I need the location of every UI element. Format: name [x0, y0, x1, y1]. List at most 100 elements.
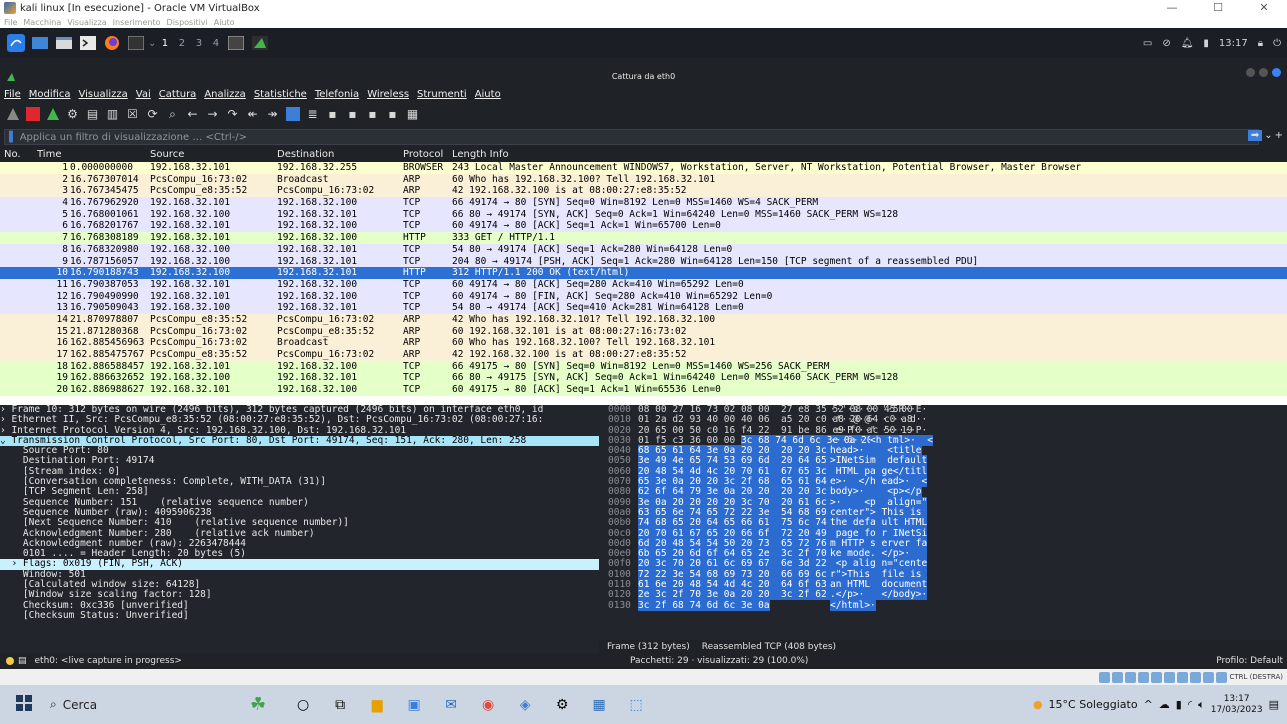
kali-taskbar-icon[interactable]: ⬚	[625, 694, 647, 716]
colorize-icon[interactable]: ≣	[304, 106, 321, 123]
packet-row[interactable]: 7 16.768308189 192.168.32.101 192.168.32.10…	[0, 232, 1287, 244]
cortana-icon[interactable]: ○	[292, 694, 314, 716]
packet-bytes-pane[interactable]: 0000 08 00 27 16 73 02 08 00 27 e8 35 52 …	[599, 405, 1287, 640]
packet-row[interactable]: 6 16.768201767 192.168.32.101 192.168.32.10…	[0, 220, 1287, 233]
resize-columns-icon[interactable]: ▪	[384, 106, 401, 123]
tray-wifi-icon[interactable]: ◜	[1188, 698, 1192, 711]
restart-capture-icon[interactable]	[44, 106, 61, 123]
autoscroll-icon[interactable]	[284, 106, 301, 123]
packet-row[interactable]: 16 162.885456963 PcsCompu_16:73:02 Broadcas…	[0, 337, 1287, 349]
tray-chevron-icon[interactable]: ^	[1144, 698, 1153, 711]
close-file-icon[interactable]: ☒	[124, 106, 141, 123]
vbox-hdd-icon[interactable]	[1099, 671, 1111, 683]
filter-bookmark-icon[interactable]: ▌	[9, 132, 17, 143]
menu-tools[interactable]: Strumenti	[417, 89, 467, 100]
vbox-menu-devices[interactable]: Dispositivi	[167, 18, 208, 27]
vbox-menu-help[interactable]: Aiuto	[214, 18, 235, 27]
app-icon[interactable]: ◈	[514, 694, 536, 716]
menu-wireless[interactable]: Wireless	[367, 89, 409, 100]
vbox-menu-view[interactable]: Visualizza	[67, 18, 106, 27]
filter-apply-icon[interactable]: ➡	[1247, 130, 1263, 141]
expert-info-icon[interactable]: ▤	[18, 656, 27, 666]
notification-bell-icon[interactable]: 🔔︎	[1181, 38, 1194, 49]
firefox-icon[interactable]	[101, 32, 123, 54]
taskbar-clock[interactable]: 13:17 17/03/2023	[1211, 694, 1263, 716]
menu-file[interactable]: File	[4, 89, 21, 100]
display-filter-input[interactable]: ▌ Applica un filtro di visualizzazione ……	[4, 129, 1259, 145]
stop-capture-icon[interactable]	[24, 106, 41, 123]
terminal-dropdown-icon[interactable]	[125, 32, 147, 54]
vbox-display-icon[interactable]	[1177, 671, 1189, 683]
packet-row[interactable]: 4 16.767962920 192.168.32.101 192.168.32.10…	[0, 197, 1287, 209]
add-filter-button-icon[interactable]: +	[1275, 130, 1283, 141]
vbox-menu-machine[interactable]: Macchina	[23, 18, 61, 27]
expand-columns-icon[interactable]: ▦	[404, 106, 421, 123]
notifications-icon[interactable]: ▤	[1269, 698, 1279, 711]
file-manager-icon[interactable]	[53, 32, 75, 54]
go-back-icon[interactable]: ←	[184, 106, 201, 123]
status-profile[interactable]: Profilo: Default	[1216, 656, 1283, 666]
go-last-icon[interactable]: ↠	[264, 106, 281, 123]
packet-row[interactable]: 12 16.790490990 192.168.32.101 192.168.32.1…	[0, 290, 1287, 303]
tab-frame-bytes[interactable]: Frame (312 bytes)	[607, 642, 690, 652]
packet-row[interactable]: 11 16.790387053 192.168.32.101 192.168.32.1…	[0, 278, 1287, 291]
menu-view[interactable]: Visualizza	[79, 89, 128, 100]
window-icon[interactable]: ▭	[1143, 38, 1152, 49]
find-packet-icon[interactable]: ⌕	[164, 106, 181, 123]
packet-row[interactable]: 18 162.886588457 192.168.32.101 192.168.32.…	[0, 360, 1287, 373]
packet-row[interactable]: 5 16.768001061 192.168.32.100 192.168.32.10…	[0, 208, 1287, 221]
workspace-4[interactable]: 4	[207, 38, 224, 49]
vbox-recording-icon[interactable]	[1190, 671, 1202, 683]
col-header-destination[interactable]: Destination	[277, 149, 334, 160]
vbox-menu-input[interactable]: Inserimento	[113, 18, 161, 27]
tray-network-icon[interactable]: ▮	[1176, 698, 1182, 711]
close-button[interactable]: ✕	[1241, 0, 1287, 16]
vbox-cpu-icon[interactable]	[1203, 671, 1215, 683]
col-header-protocol[interactable]: Protocol	[403, 149, 443, 160]
workspace-3[interactable]: 3	[190, 38, 207, 49]
lock-icon[interactable]: 🔒︎	[1258, 38, 1263, 49]
col-header-source[interactable]: Source	[150, 149, 184, 160]
mail-icon[interactable]: ✉	[440, 694, 462, 716]
ws-close-button[interactable]	[1272, 68, 1281, 77]
normal-size-icon[interactable]: ▪	[364, 106, 381, 123]
workspace-2[interactable]: 2	[173, 38, 190, 49]
capture-options-icon[interactable]: ⚙	[64, 106, 81, 123]
tab-reassembled-tcp[interactable]: Reassembled TCP (408 bytes)	[702, 642, 836, 652]
menu-telephony[interactable]: Telefonia	[315, 89, 359, 100]
power-icon[interactable]: ⏻	[1273, 38, 1281, 49]
go-forward-icon[interactable]: →	[204, 106, 221, 123]
col-header-time[interactable]: Time	[37, 149, 61, 160]
packet-row[interactable]: 2 16.767307014 PcsCompu_16:73:02 Broadcast A…	[0, 173, 1287, 186]
windows-start-icon[interactable]	[16, 695, 32, 714]
explorer-icon[interactable]: ▆	[366, 694, 388, 716]
task-view-icon[interactable]: ⧉	[329, 694, 351, 716]
filter-dropdown-icon[interactable]: ⌄	[1264, 130, 1272, 141]
packet-row[interactable]: 9 16.787156057 192.168.32.100 192.168.32.10…	[0, 255, 1287, 268]
tray-cloud-icon[interactable]: ☁	[1159, 698, 1170, 711]
reload-icon[interactable]: ⟳	[144, 106, 161, 123]
network-icon[interactable]: ⊘	[1162, 38, 1170, 49]
settings-icon[interactable]: ⚙	[551, 694, 573, 716]
minimize-button[interactable]: —	[1149, 0, 1195, 16]
show-desktop-icon[interactable]	[29, 32, 51, 54]
col-header-length-info[interactable]: Length Info	[452, 149, 509, 160]
virtualbox-taskbar-icon[interactable]: ▦	[588, 694, 610, 716]
dropdown-chevron-icon[interactable]: ⌄	[148, 38, 156, 49]
packet-row[interactable]: 14 21.870978807 PcsCompu_e8:35:52 PcsCompu_…	[0, 313, 1287, 326]
task-terminal-icon[interactable]	[225, 32, 247, 54]
vbox-audio-icon[interactable]	[1125, 671, 1137, 683]
ws-maximize-button[interactable]	[1259, 68, 1268, 77]
bytes-line[interactable]: 0130 3c 2f 68 74 6d 6c 3e 0a </html>·	[599, 599, 1287, 611]
packet-row[interactable]: 13 16.790509043 192.168.32.100 192.168.32.1…	[0, 302, 1287, 314]
weather-text[interactable]: 15°C Soleggiato	[1049, 698, 1138, 711]
packet-row[interactable]: 8 16.768320980 192.168.32.100 192.168.32.10…	[0, 243, 1287, 256]
open-file-icon[interactable]: ▤	[84, 106, 101, 123]
menu-statistics[interactable]: Statistiche	[254, 89, 307, 100]
menu-go[interactable]: Vai	[136, 89, 151, 100]
vbox-optical-icon[interactable]	[1112, 671, 1124, 683]
packet-row[interactable]: 20 162.886988627 192.168.32.101 192.168.32.…	[0, 384, 1287, 396]
menu-analyze[interactable]: Analizza	[204, 89, 246, 100]
ws-minimize-button[interactable]	[1246, 68, 1255, 77]
packet-row[interactable]: 15 21.871280368 PcsCompu_16:73:02 PcsCompu_…	[0, 325, 1287, 338]
